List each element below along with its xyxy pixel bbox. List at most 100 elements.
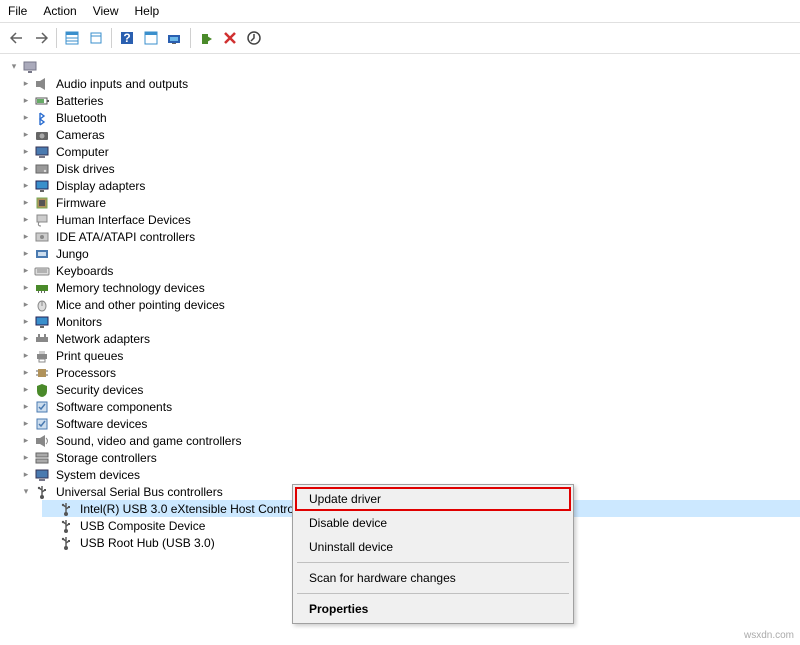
- category-icon: [34, 110, 50, 126]
- expand-icon[interactable]: ▸: [20, 214, 32, 226]
- device-label: USB Root Hub (USB 3.0): [78, 536, 217, 550]
- expand-icon[interactable]: ▸: [20, 78, 32, 90]
- menu-help[interactable]: Help: [135, 4, 160, 18]
- expand-icon[interactable]: ▸: [20, 418, 32, 430]
- collapse-icon[interactable]: ▾: [20, 486, 32, 498]
- menu-uninstall-device[interactable]: Uninstall device: [295, 535, 571, 559]
- menu-update-driver[interactable]: Update driver: [295, 487, 571, 511]
- tree-category[interactable]: ▸ IDE ATA/ATAPI controllers: [18, 228, 800, 245]
- category-icon: [34, 365, 50, 381]
- menu-disable-device[interactable]: Disable device: [295, 511, 571, 535]
- expand-icon[interactable]: ▾: [8, 61, 20, 73]
- tree-category[interactable]: ▸Network adapters: [18, 330, 800, 347]
- device-label: USB Composite Device: [78, 519, 207, 533]
- expand-icon[interactable]: ▸: [20, 248, 32, 260]
- uninstall-button[interactable]: [219, 27, 241, 49]
- show-hide-tree-button[interactable]: [61, 27, 83, 49]
- expand-icon[interactable]: ▸: [20, 231, 32, 243]
- category-label: Keyboards: [54, 264, 115, 278]
- category-label: Cameras: [54, 128, 107, 142]
- update-driver-button[interactable]: [243, 27, 265, 49]
- category-label: IDE ATA/ATAPI controllers: [54, 230, 197, 244]
- spacer: [44, 503, 56, 515]
- tree-category[interactable]: ▸Print queues: [18, 347, 800, 364]
- category-label: Firmware: [54, 196, 108, 210]
- category-icon: [34, 263, 50, 279]
- expand-icon[interactable]: ▸: [20, 401, 32, 413]
- tree-category[interactable]: ▸Disk drives: [18, 160, 800, 177]
- expand-icon[interactable]: ▸: [20, 469, 32, 481]
- expand-icon[interactable]: ▸: [20, 163, 32, 175]
- tree-category[interactable]: ▸Software components: [18, 398, 800, 415]
- tree-category[interactable]: ▸ Display adapters: [18, 177, 800, 194]
- expand-icon[interactable]: ▸: [20, 384, 32, 396]
- category-icon: [34, 416, 50, 432]
- expand-icon[interactable]: ▸: [20, 435, 32, 447]
- tree-category[interactable]: ▸ Firmware: [18, 194, 800, 211]
- expand-icon[interactable]: ▸: [20, 180, 32, 192]
- tree-category[interactable]: ▸ Memory technology devices: [18, 279, 800, 296]
- expand-icon[interactable]: ▸: [20, 282, 32, 294]
- tree-category[interactable]: ▸ Monitors: [18, 313, 800, 330]
- category-icon: [34, 484, 50, 500]
- tree-category[interactable]: ▸ Computer: [18, 143, 800, 160]
- category-icon: [34, 280, 50, 296]
- menu-properties[interactable]: Properties: [295, 597, 571, 621]
- tree-category[interactable]: ▸Batteries: [18, 92, 800, 109]
- expand-icon[interactable]: ▸: [20, 146, 32, 158]
- tree-category[interactable]: ▸Audio inputs and outputs: [18, 75, 800, 92]
- tree-category[interactable]: ▸Jungo: [18, 245, 800, 262]
- usb-icon: [58, 518, 74, 534]
- device-tree: ▾ ▸Audio inputs and outputs▸Batteries▸Bl…: [0, 54, 800, 555]
- expand-icon[interactable]: ▸: [20, 197, 32, 209]
- tree-category[interactable]: ▸Storage controllers: [18, 449, 800, 466]
- tree-category[interactable]: ▸Mice and other pointing devices: [18, 296, 800, 313]
- view-button[interactable]: [140, 27, 162, 49]
- tree-category[interactable]: ▸ Human Interface Devices: [18, 211, 800, 228]
- usb-icon: [58, 535, 74, 551]
- tree-category[interactable]: ▸Bluetooth: [18, 109, 800, 126]
- category-label: Monitors: [54, 315, 104, 329]
- spacer: [44, 537, 56, 549]
- tree-category[interactable]: ▸ Cameras: [18, 126, 800, 143]
- expand-icon[interactable]: ▸: [20, 299, 32, 311]
- toolbar: ?: [0, 23, 800, 54]
- expand-icon[interactable]: ▸: [20, 316, 32, 328]
- context-menu: Update driver Disable device Uninstall d…: [292, 484, 574, 624]
- tree-category[interactable]: ▸Processors: [18, 364, 800, 381]
- category-label: Display adapters: [54, 179, 147, 193]
- back-button[interactable]: [6, 27, 28, 49]
- category-icon: [34, 382, 50, 398]
- category-label: Human Interface Devices: [54, 213, 193, 227]
- expand-icon[interactable]: ▸: [20, 129, 32, 141]
- tree-category[interactable]: ▸System devices: [18, 466, 800, 483]
- menu-scan-hardware[interactable]: Scan for hardware changes: [295, 566, 571, 590]
- computer-icon: [22, 59, 38, 75]
- tree-root[interactable]: ▾: [6, 58, 800, 75]
- tree-category[interactable]: ▸Sound, video and game controllers: [18, 432, 800, 449]
- expand-icon[interactable]: ▸: [20, 95, 32, 107]
- tree-category[interactable]: ▸ Keyboards: [18, 262, 800, 279]
- help-button[interactable]: ?: [116, 27, 138, 49]
- expand-icon[interactable]: ▸: [20, 265, 32, 277]
- expand-icon[interactable]: ▸: [20, 333, 32, 345]
- scan-hardware-button[interactable]: [164, 27, 186, 49]
- menu-file[interactable]: File: [8, 4, 27, 18]
- enable-button[interactable]: [195, 27, 217, 49]
- menu-view[interactable]: View: [93, 4, 119, 18]
- category-icon: [34, 348, 50, 364]
- category-icon: [34, 229, 50, 245]
- expand-icon[interactable]: ▸: [20, 367, 32, 379]
- category-icon: [34, 93, 50, 109]
- expand-icon[interactable]: ▸: [20, 112, 32, 124]
- category-icon: [34, 450, 50, 466]
- expand-icon[interactable]: ▸: [20, 350, 32, 362]
- category-label: Computer: [54, 145, 111, 159]
- forward-button[interactable]: [30, 27, 52, 49]
- tree-category[interactable]: ▸Software devices: [18, 415, 800, 432]
- menu-action[interactable]: Action: [43, 4, 76, 18]
- properties-button[interactable]: [85, 27, 107, 49]
- category-label: Memory technology devices: [54, 281, 207, 295]
- tree-category[interactable]: ▸Security devices: [18, 381, 800, 398]
- expand-icon[interactable]: ▸: [20, 452, 32, 464]
